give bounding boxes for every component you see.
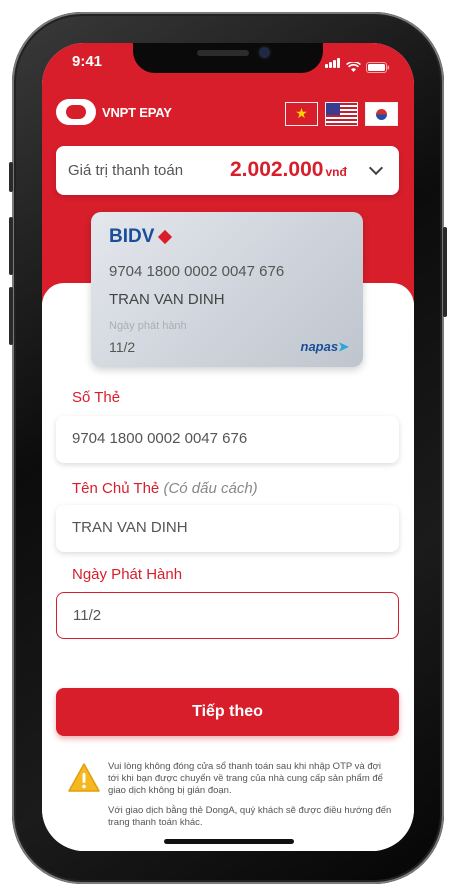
chevron-down-icon[interactable] [368,160,384,176]
korea-flag-icon[interactable] [365,102,398,126]
napas-arrow-icon: ➤ [338,339,349,354]
brand-name: VNPT EPAY [102,104,172,120]
card-issue-preview: 11/2 [109,339,136,355]
card-preview: BIDV 9704 1800 0002 0047 676 TRAN VAN DI… [91,212,363,367]
camera [259,47,270,58]
payment-label: Giá trị thanh toán [68,162,184,179]
currency-label: vnđ [325,165,347,179]
card-issue-label: Ngày phát hành [109,320,187,332]
status-icons [325,55,390,73]
napas-logo: napas➤ [300,339,349,354]
issue-date-label: Ngày Phát Hành [72,566,183,583]
holder-name-field[interactable]: TRAN VAN DINH [56,505,399,552]
bank-logo: BIDV [109,226,173,248]
wifi-icon [346,62,361,72]
issue-date-field[interactable]: 11/2 [56,592,399,639]
signal-icon [325,55,341,73]
phone-screen: 9:41 VNPT EPAY Giá trị thanh toán 2.002.… [42,43,414,851]
card-number-preview: 9704 1800 0002 0047 676 [109,263,285,280]
volume-down-button [9,287,13,345]
card-number-field[interactable]: 9704 1800 0002 0047 676 [56,416,399,463]
language-switcher [285,102,398,126]
notice-otp: Vui lòng không đóng cửa sổ thanh toán sa… [108,761,383,796]
next-button[interactable]: Tiếp theo [56,688,399,736]
notch [133,43,323,73]
payment-amount-dropdown[interactable]: Giá trị thanh toán 2.002.000 vnđ [56,146,399,195]
notice-donga: Với giao dịch bằng thẻ DongA, quý khách … [108,805,392,828]
payment-amount: 2.002.000 vnđ [230,158,347,181]
vietnam-flag-icon[interactable] [285,102,318,126]
battery-icon [366,62,390,73]
epay-logo-icon [56,99,96,125]
holder-name-label: Tên Chủ Thẻ (Có dấu cách) [72,480,258,497]
card-number-label: Số Thẻ [72,389,121,406]
card-holder-preview: TRAN VAN DINH [109,291,225,308]
home-indicator[interactable] [164,839,294,844]
notice-text: Vui lòng không đóng cửa sổ thanh toán sa… [108,761,392,837]
bidv-logo-icon [158,229,173,245]
status-time: 9:41 [72,53,103,70]
holder-name-hint: (Có dấu cách) [163,480,258,497]
power-button [443,227,447,317]
speaker [197,50,249,56]
brand-logo: VNPT EPAY [56,99,172,125]
us-flag-icon[interactable] [325,102,358,126]
mute-switch [9,162,13,192]
volume-up-button [9,217,13,275]
warning-icon [68,763,100,792]
